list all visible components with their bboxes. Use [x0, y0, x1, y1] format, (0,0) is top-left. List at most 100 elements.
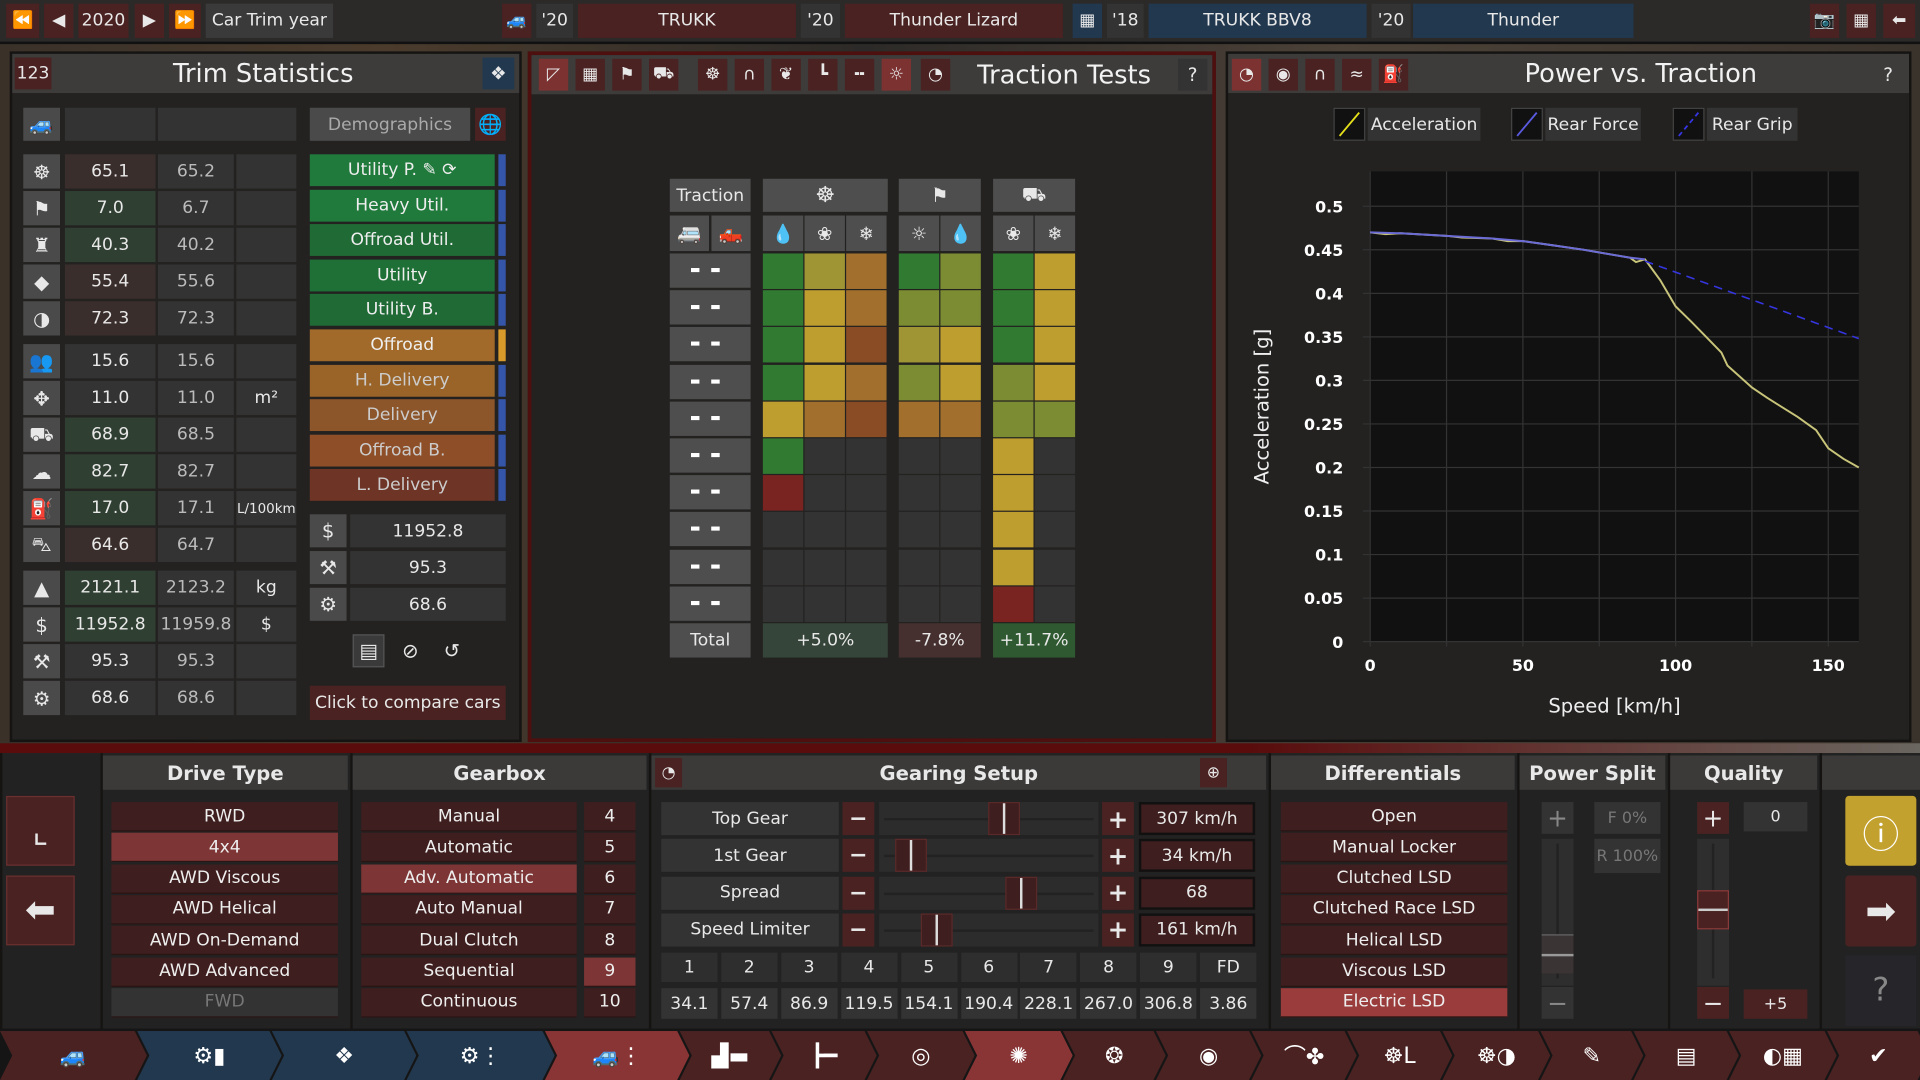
summary-icon[interactable]: ▤ [1633, 1031, 1738, 1080]
drive-type-option[interactable]: 4x4 [111, 833, 338, 863]
split-decrease-button[interactable]: − [1541, 986, 1574, 1019]
globe-icon[interactable]: 🌐 [475, 107, 506, 141]
chassis-icon[interactable]: ▟▬ [680, 1031, 782, 1080]
gear-count-option[interactable]: 9 [584, 956, 636, 987]
slider-thumb[interactable] [988, 802, 1021, 836]
gear-count-option[interactable]: 8 [584, 925, 636, 956]
power-split-slider[interactable] [1541, 838, 1574, 986]
drive-type-option[interactable]: FWD [111, 987, 338, 1018]
arch-icon[interactable]: ∩ [1305, 58, 1335, 91]
arch-icon[interactable]: ∩ [734, 58, 765, 91]
drive-type-option[interactable]: AWD Viscous [111, 863, 338, 894]
slider-thumb[interactable] [1005, 876, 1038, 910]
demographic-item[interactable]: Utility P. ✎ ⟳ [309, 154, 495, 187]
next-arrow-button[interactable]: ➡ [1845, 875, 1917, 947]
slider-thumb[interactable] [920, 913, 953, 947]
engine-family-button[interactable]: TRUKK BBV8 [1148, 3, 1367, 38]
gearing-slider[interactable] [879, 876, 1099, 910]
legend-label[interactable]: Acceleration [1367, 107, 1481, 141]
car-icon[interactable]: 🚙 [502, 3, 532, 38]
differential-option[interactable]: Clutched Race LSD [1280, 894, 1508, 925]
gearbox-option[interactable]: Continuous [361, 987, 577, 1018]
split-increase-button[interactable]: + [1541, 802, 1574, 834]
differential-option[interactable]: Viscous LSD [1280, 956, 1508, 987]
quality-slider[interactable] [1697, 838, 1729, 986]
drive-type-option[interactable]: AWD On-Demand [111, 925, 338, 956]
gearbox-option[interactable]: Adv. Automatic [361, 863, 577, 894]
dash-icon[interactable]: ╍ [844, 58, 875, 91]
safety-icon[interactable]: ☸◑ [1442, 1031, 1550, 1080]
camera-icon[interactable]: 📷 [1809, 3, 1840, 38]
last-year-button[interactable]: ⏩ [168, 3, 201, 38]
engine-tune-icon[interactable]: ⚙⋮ [407, 1031, 555, 1080]
gear-count-option[interactable]: 10 [584, 987, 636, 1018]
gear-count-option[interactable]: 7 [584, 894, 636, 925]
drive-type-option[interactable]: AWD Helical [111, 894, 338, 925]
wheel-icon[interactable]: ◉ [1268, 58, 1298, 91]
gearbox-option[interactable]: Manual [361, 802, 577, 832]
year-value[interactable]: 2020 [78, 3, 129, 38]
gearing-icon[interactable]: ✺ [965, 1031, 1073, 1080]
slider-thumb[interactable] [1697, 890, 1729, 930]
paint-icon[interactable]: ✎ [1540, 1031, 1643, 1080]
legend-label[interactable]: Rear Force [1545, 107, 1641, 141]
numeric-view-button[interactable]: 123 [14, 57, 52, 90]
wave-icon[interactable]: ≈ [1342, 58, 1372, 91]
legend-label[interactable]: Rear Grip [1706, 107, 1798, 141]
decrease-button[interactable]: − [842, 913, 875, 947]
differential-option[interactable]: Electric LSD [1280, 987, 1508, 1018]
warning-icon[interactable]: ⓘ [1845, 795, 1917, 866]
leaf-icon[interactable]: ❦ [771, 58, 801, 91]
gearbox-option[interactable]: Sequential [361, 956, 577, 987]
prev-year-button[interactable]: ◀ [44, 3, 74, 38]
drivetrain-icon[interactable]: ┣━ [771, 1031, 876, 1080]
table-icon[interactable]: ▦ [1846, 3, 1876, 38]
gearbox-option[interactable]: Auto Manual [361, 894, 577, 925]
decrease-button[interactable]: − [842, 802, 875, 836]
demographic-item[interactable]: Offroad [309, 329, 495, 362]
help-icon[interactable]: ? [1873, 59, 1902, 91]
quality-decrease-button[interactable]: − [1697, 986, 1729, 1019]
car-body-icon[interactable]: 🚙 [0, 1031, 147, 1080]
decrease-button[interactable]: − [842, 839, 875, 873]
engine-variant-button[interactable]: Thunder [1413, 3, 1634, 38]
decrease-button[interactable]: − [842, 876, 875, 910]
increase-button[interactable]: + [1102, 802, 1134, 836]
legend-swatch[interactable] [1511, 107, 1543, 141]
back-arrow-icon[interactable]: ⬅ [6, 875, 75, 946]
speedometer-icon[interactable]: ◔ [920, 58, 951, 91]
demographic-item[interactable]: Delivery [309, 399, 495, 432]
car-model-button[interactable]: TRUKK [577, 3, 796, 38]
cancel-icon[interactable]: ⊘ [394, 634, 426, 667]
gearing-slider[interactable] [879, 839, 1099, 873]
gearing-slider[interactable] [879, 913, 1099, 947]
boot-icon[interactable]: ┗ [808, 58, 838, 91]
offroad-icon[interactable]: ⛟ [648, 58, 679, 91]
trim-icon[interactable]: 🚙⋮ [545, 1031, 689, 1080]
speedometer-icon[interactable]: ◔ [1231, 58, 1262, 91]
legend-swatch[interactable] [1333, 107, 1366, 141]
increase-button[interactable]: + [1102, 839, 1134, 873]
gearbox-option[interactable]: Dual Clutch [361, 925, 577, 956]
reset-icon[interactable]: ↺ [436, 634, 468, 667]
engine-icon[interactable]: ❖ [272, 1031, 416, 1080]
sun-icon[interactable]: ☼ [881, 58, 912, 91]
first-year-button[interactable]: ⏪ [6, 3, 40, 38]
graph-icon[interactable]: ⌞ [6, 795, 75, 866]
differential-option[interactable]: Clutched LSD [1280, 863, 1508, 894]
graph-icon[interactable]: ◸ [538, 58, 569, 91]
testing-icon[interactable]: ◐▦ [1729, 1031, 1837, 1080]
drive-type-option[interactable]: AWD Advanced [111, 956, 338, 987]
finish-check-icon[interactable]: ✔ [1827, 1031, 1920, 1080]
next-year-button[interactable]: ▶ [134, 3, 165, 38]
back-arrow-icon[interactable]: ⬅ [1883, 3, 1916, 38]
flag-icon[interactable]: ⚑ [612, 58, 642, 91]
demographic-item[interactable]: L. Delivery [309, 469, 495, 502]
demographic-item[interactable]: Utility B. [309, 294, 495, 327]
speedometer-icon[interactable]: ◔ [655, 757, 683, 788]
gear-count-option[interactable]: 6 [584, 863, 636, 894]
brakes-icon[interactable]: ◉ [1156, 1031, 1261, 1080]
engine-icon[interactable]: ▦ [1072, 3, 1103, 38]
steering-wheel-icon[interactable]: ☸ [697, 58, 728, 91]
gearbox-option[interactable]: Automatic [361, 833, 577, 863]
